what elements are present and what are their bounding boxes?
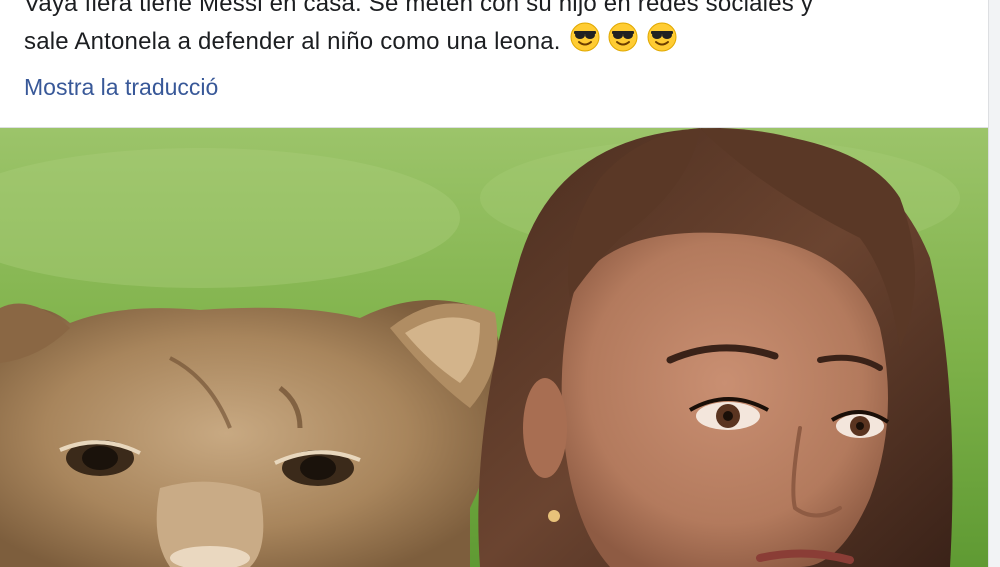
post-message-line-1: Vaya fiera tiene Messi en casa. Se meten… [24, 0, 814, 17]
see-translation-link[interactable]: Mostra la traducció [24, 74, 218, 101]
sunglasses-emoji-icon [570, 22, 600, 63]
sunglasses-emoji-icon [647, 22, 677, 63]
post-message-line-2-text: sale Antonela a defender al niño como un… [24, 27, 561, 55]
post-message-line-2: sale Antonela a defender al niño como un… [24, 22, 984, 63]
post-message: Vaya fiera tiene Messi en casa. Se meten… [24, 0, 984, 63]
sunglasses-emoji-icon [608, 22, 638, 63]
lioness [0, 300, 503, 567]
facebook-post: Vaya fiera tiene Messi en casa. Se meten… [0, 0, 1000, 567]
feed-gutter [988, 0, 1000, 567]
post-image[interactable] [0, 128, 988, 567]
